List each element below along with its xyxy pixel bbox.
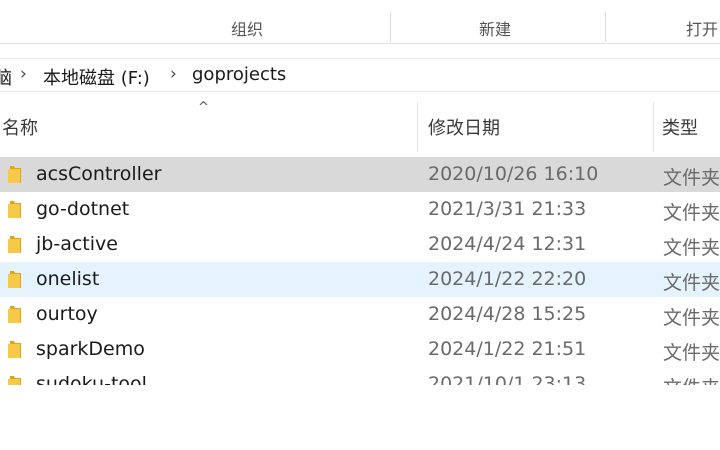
folder-icon <box>8 201 21 218</box>
file-type: 文件夹 <box>663 272 720 294</box>
ribbon-label-open: 打开 <box>685 20 719 39</box>
column-header-name[interactable]: 名称 <box>2 114 38 140</box>
ribbon-group-organize[interactable]: 组织 <box>0 12 391 42</box>
column-header: ^ 名称 修改日期 类型 <box>0 98 720 156</box>
breadcrumb-this-pc[interactable]: 脑 <box>0 64 12 90</box>
ribbon-divider <box>0 43 720 44</box>
file-name: onelist <box>36 268 100 290</box>
file-date: 2024/4/24 12:31 <box>428 233 587 255</box>
ribbon-group-new[interactable]: 新建 <box>391 12 606 42</box>
file-row-acscontroller[interactable]: acsController 2020/10/26 16:10 文件夹 <box>0 157 720 192</box>
file-type: 文件夹 <box>663 342 720 364</box>
file-list: acsController 2020/10/26 16:10 文件夹 go-do… <box>0 157 720 385</box>
file-date: 2020/10/26 16:10 <box>428 163 599 185</box>
file-row-onelist[interactable]: onelist 2024/1/22 22:20 文件夹 <box>0 262 720 297</box>
file-row-jb-active[interactable]: jb-active 2024/4/24 12:31 文件夹 <box>0 227 720 262</box>
breadcrumb-drive-f[interactable]: 本地磁盘 (F:) <box>43 64 150 90</box>
chevron-right-icon[interactable]: › <box>20 64 27 84</box>
file-name: sparkDemo <box>36 338 145 360</box>
chevron-right-icon[interactable]: › <box>170 64 177 84</box>
ribbon: 组织 新建 打开 <box>0 0 720 44</box>
column-resize-handle[interactable] <box>417 102 418 152</box>
file-type: 文件夹 <box>663 167 720 189</box>
column-header-type[interactable]: 类型 <box>662 114 698 140</box>
file-type: 文件夹 <box>663 202 720 224</box>
file-date: 2021/10/1 23:13 <box>428 373 587 385</box>
folder-icon <box>8 306 21 323</box>
sort-ascending-icon: ^ <box>198 100 209 115</box>
file-type: 文件夹 <box>663 237 720 259</box>
ribbon-group-open[interactable]: 打开 <box>606 12 720 42</box>
file-name: acsController <box>36 163 162 185</box>
folder-icon <box>8 341 21 358</box>
folder-icon <box>8 376 21 385</box>
folder-icon <box>8 271 21 288</box>
column-header-date[interactable]: 修改日期 <box>428 114 500 140</box>
folder-icon <box>8 166 21 183</box>
ribbon-label-organize: 组织 <box>230 20 264 39</box>
file-name: sudoku-tool <box>36 373 147 385</box>
file-date: 2021/3/31 21:33 <box>428 198 587 220</box>
file-name: go-dotnet <box>36 198 130 220</box>
file-date: 2024/4/28 15:25 <box>428 303 587 325</box>
file-type: 文件夹 <box>663 373 720 385</box>
file-row-go-dotnet[interactable]: go-dotnet 2021/3/31 21:33 文件夹 <box>0 192 720 227</box>
address-bar[interactable]: 脑 › 本地磁盘 (F:) › goprojects <box>0 58 720 92</box>
ribbon-label-new: 新建 <box>478 20 512 39</box>
file-row-sudoku-tool[interactable]: sudoku-tool 2021/10/1 23:13 文件夹 <box>0 367 720 385</box>
folder-icon <box>8 236 21 253</box>
breadcrumb-goprojects[interactable]: goprojects <box>192 64 286 85</box>
file-name: jb-active <box>36 233 118 255</box>
file-type: 文件夹 <box>663 307 720 329</box>
file-row-sparkdemo[interactable]: sparkDemo 2024/1/22 21:51 文件夹 <box>0 332 720 367</box>
column-resize-handle[interactable] <box>653 102 654 152</box>
file-date: 2024/1/22 22:20 <box>428 268 587 290</box>
file-date: 2024/1/22 21:51 <box>428 338 587 360</box>
file-row-ourtoy[interactable]: ourtoy 2024/4/28 15:25 文件夹 <box>0 297 720 332</box>
file-name: ourtoy <box>36 303 98 325</box>
